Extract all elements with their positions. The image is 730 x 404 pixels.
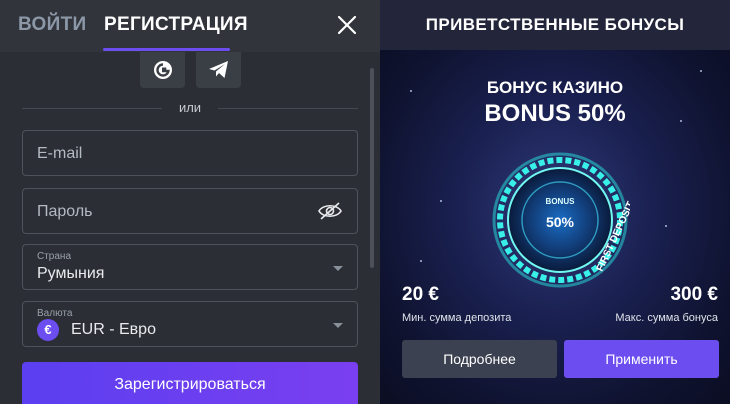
badge-bonus-text: BONUS	[546, 197, 576, 206]
currency-label: Валюта	[37, 308, 73, 319]
email-field[interactable]: E-mail	[22, 130, 358, 176]
min-deposit-value: 20 €	[402, 284, 439, 305]
register-button[interactable]: Зарегистрироваться	[22, 362, 358, 404]
tab-login[interactable]: ВОЙТИ	[18, 14, 86, 36]
close-icon	[337, 15, 357, 35]
google-icon	[153, 61, 172, 79]
registration-panel: ВОЙТИ РЕГИСТРАЦИЯ или E-mail Пароль Стра…	[0, 0, 380, 404]
star	[420, 260, 422, 262]
password-placeholder: Пароль	[37, 203, 93, 220]
bonus-panel-title: ПРИВЕТСТВЕННЫЕ БОНУСЫ	[425, 15, 685, 34]
bonus-panel: ПРИВЕТСТВЕННЫЕ БОНУСЫ БОНУС КАЗИНО BONUS…	[380, 0, 730, 404]
country-select[interactable]: Страна Румыния	[22, 244, 358, 290]
euro-icon: €	[37, 319, 59, 341]
chevron-down-icon	[333, 266, 343, 271]
star	[440, 200, 442, 202]
divider-text: или	[178, 100, 202, 115]
auth-tabs: ВОЙТИ РЕГИСТРАЦИЯ	[0, 0, 380, 52]
telegram-login-button[interactable]	[196, 52, 241, 88]
more-button[interactable]: Подробнее	[402, 340, 557, 378]
eye-icon[interactable]	[317, 201, 343, 221]
star	[665, 225, 667, 227]
email-placeholder: E-mail	[37, 145, 83, 162]
currency-value: EUR - Евро	[71, 321, 156, 338]
divider-right	[218, 108, 358, 109]
apply-button[interactable]: Применить	[564, 340, 719, 378]
first-deposit-badge: BONUS 50% FIRST DEPOSIT	[492, 152, 630, 288]
country-label: Страна	[37, 251, 72, 262]
currency-select[interactable]: Валюта € EUR - Евро	[22, 301, 358, 347]
promo-subtitle: БОНУС КАЗИНО	[486, 78, 624, 97]
badge-percent-text: 50%	[546, 214, 575, 230]
min-deposit-label: Мин. сумма депозита	[402, 312, 512, 324]
divider-left	[22, 108, 162, 109]
password-field[interactable]: Пароль	[22, 188, 358, 234]
star	[700, 70, 702, 72]
promo-title: BONUS 50%	[484, 100, 626, 127]
google-login-button[interactable]	[140, 52, 185, 88]
telegram-icon	[208, 61, 228, 78]
close-button[interactable]	[334, 12, 360, 38]
tab-register[interactable]: РЕГИСТРАЦИЯ	[104, 14, 248, 36]
bonus-header: ПРИВЕТСТВЕННЫЕ БОНУСЫ	[380, 0, 730, 50]
chevron-down-icon	[333, 323, 343, 328]
scrollbar[interactable]	[370, 68, 374, 268]
country-value: Румыния	[37, 265, 105, 282]
promo-card: БОНУС КАЗИНО BONUS 50% BONUS 50% FIRST D…	[380, 50, 730, 404]
active-tab-indicator	[103, 48, 230, 51]
max-bonus-label: Макс. сумма бонуса	[615, 312, 718, 324]
max-bonus-value: 300 €	[670, 284, 718, 305]
